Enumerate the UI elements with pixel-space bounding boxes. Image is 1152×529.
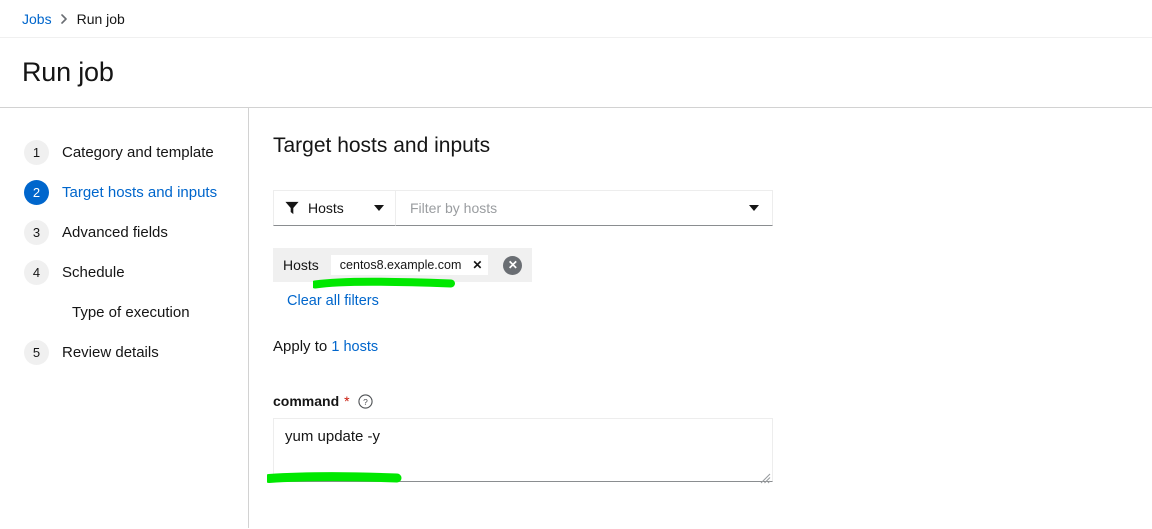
wizard-substep-label: Type of execution bbox=[72, 303, 190, 321]
wizard-step-schedule[interactable]: 4 Schedule bbox=[0, 252, 248, 292]
required-asterisk-icon: * bbox=[344, 393, 350, 409]
wizard-step-label: Schedule bbox=[62, 263, 125, 281]
clear-all-filters-link[interactable]: Clear all filters bbox=[287, 293, 379, 309]
wizard-step-target-hosts-and-inputs[interactable]: 2 Target hosts and inputs bbox=[0, 172, 248, 212]
clear-all-filters-row: Clear all filters bbox=[273, 292, 1128, 310]
apply-to-hosts-count-link[interactable]: 1 hosts bbox=[331, 339, 378, 355]
wizard-step-review-details[interactable]: 5 Review details bbox=[0, 332, 248, 372]
breadcrumb-current-run-job: Run job bbox=[76, 10, 125, 27]
main-content: Target hosts and inputs Hosts Hosts bbox=[249, 108, 1152, 528]
wizard-step-advanced-fields[interactable]: 3 Advanced fields bbox=[0, 212, 248, 252]
filter-chip-label: centos8.example.com bbox=[339, 258, 462, 272]
help-circle-icon[interactable]: ? bbox=[357, 393, 373, 409]
wizard-step-label: Review details bbox=[62, 343, 159, 361]
command-field-label-row: command * ? bbox=[273, 393, 1128, 409]
command-textarea[interactable] bbox=[273, 418, 773, 482]
wizard-substep-type-of-execution[interactable]: Type of execution bbox=[0, 292, 248, 332]
svg-text:?: ? bbox=[363, 396, 368, 406]
wizard-step-label: Category and template bbox=[62, 143, 214, 161]
breadcrumb: Jobs Run job bbox=[0, 0, 1152, 38]
apply-to-hosts-row: Apply to 1 hosts bbox=[273, 338, 1128, 355]
wizard-step-label: Advanced fields bbox=[62, 223, 168, 241]
applied-filter-chip-group: Hosts centos8.example.com ✕ ✕ bbox=[273, 248, 533, 282]
filter-type-value: Hosts bbox=[308, 200, 344, 216]
command-textarea-wrapper bbox=[273, 418, 773, 487]
caret-down-icon bbox=[374, 205, 384, 211]
page-title: Run job bbox=[22, 57, 114, 87]
filter-toolbar: Hosts bbox=[273, 190, 773, 226]
filter-funnel-icon bbox=[285, 201, 299, 215]
host-filter-typeahead[interactable] bbox=[395, 190, 773, 226]
command-field-label: command bbox=[273, 393, 340, 409]
section-title: Target hosts and inputs bbox=[273, 134, 491, 157]
filter-chip-host[interactable]: centos8.example.com ✕ bbox=[329, 254, 490, 276]
step-number-badge: 3 bbox=[24, 219, 49, 245]
apply-to-prefix-label: Apply to bbox=[273, 338, 332, 355]
step-number-badge: 4 bbox=[24, 259, 49, 285]
chip-group-clear-circle-close-icon[interactable]: ✕ bbox=[503, 255, 523, 275]
chip-close-x-icon[interactable]: ✕ bbox=[472, 259, 482, 271]
step-number-badge: 2 bbox=[24, 179, 49, 205]
filter-type-select[interactable]: Hosts bbox=[273, 190, 395, 226]
wizard-step-nav: 1 Category and template 2 Target hosts a… bbox=[0, 108, 249, 528]
page-header: Run job bbox=[0, 38, 1152, 108]
host-filter-input[interactable] bbox=[408, 199, 749, 217]
page-body: 1 Category and template 2 Target hosts a… bbox=[0, 108, 1152, 528]
breadcrumb-link-jobs[interactable]: Jobs bbox=[22, 11, 52, 27]
step-number-badge: 5 bbox=[24, 339, 49, 365]
typeahead-caret-down-icon[interactable] bbox=[749, 205, 759, 211]
chip-group-label: Hosts bbox=[283, 257, 319, 273]
wizard-step-category-and-template[interactable]: 1 Category and template bbox=[0, 132, 248, 172]
wizard-step-label: Target hosts and inputs bbox=[62, 183, 218, 201]
step-number-badge: 1 bbox=[24, 139, 49, 165]
chevron-right-icon bbox=[60, 13, 68, 24]
